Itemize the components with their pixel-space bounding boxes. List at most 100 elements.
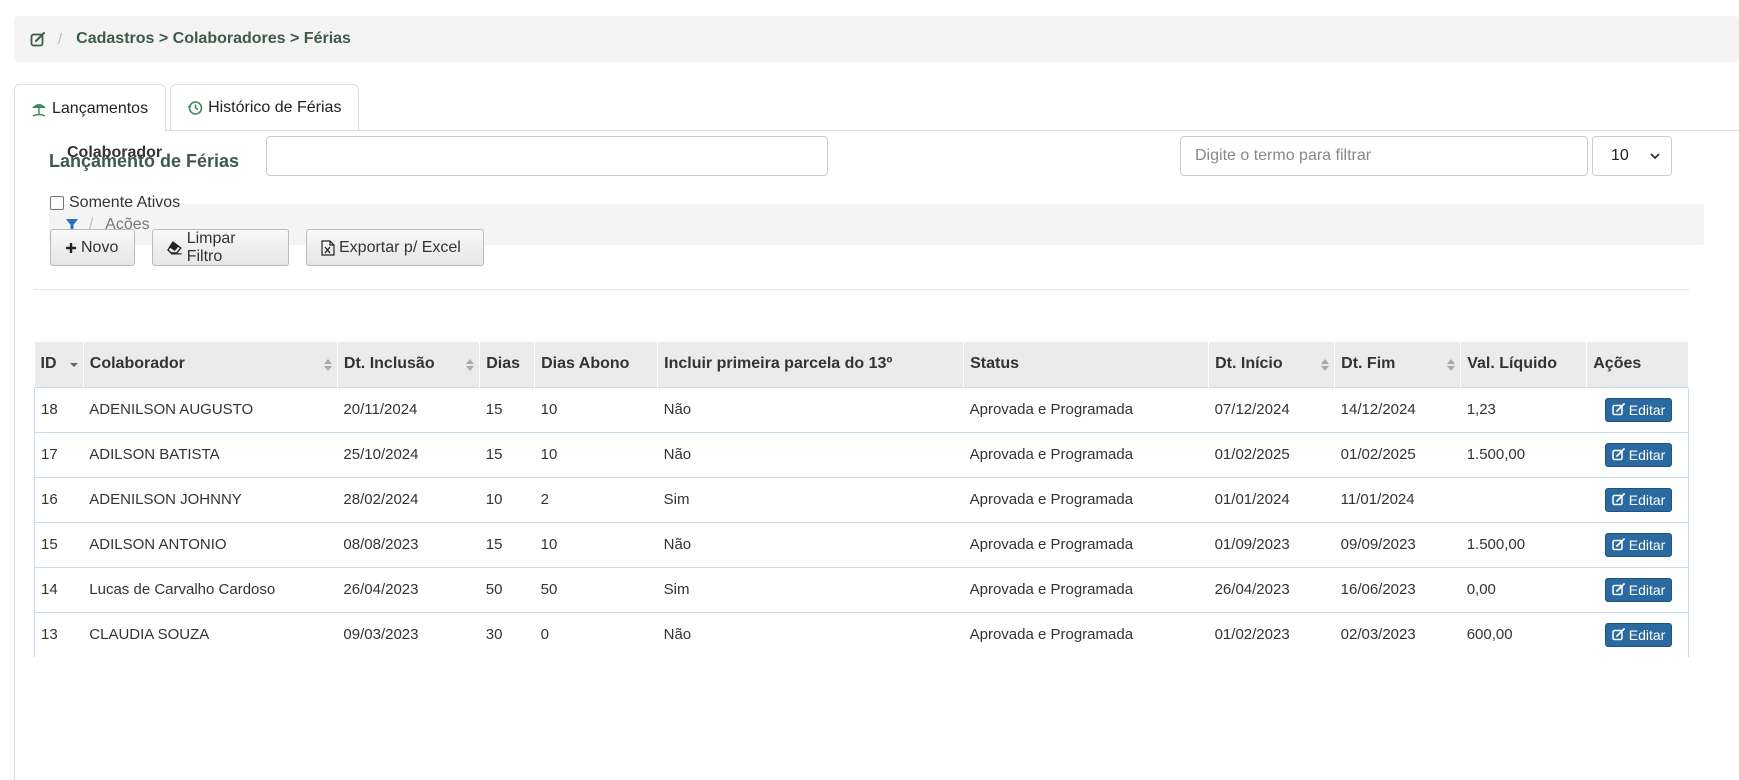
table-row: 13 CLAUDIA SOUZA 09/03/2023 30 0 Não Aprovada … [34,611,1689,657]
divider [34,289,1689,290]
cell-dias: 50 [479,566,535,612]
cell-dt-fim: 11/01/2024 [1334,476,1461,522]
editar-button[interactable]: Editar [1604,397,1673,422]
cell-status: Aprovada e Programada [963,566,1209,612]
cell-13: Não [657,431,964,477]
cell-dias: 15 [479,431,535,477]
chevron-down-icon [1650,153,1660,160]
edit-square-icon [1611,448,1625,461]
table-row: 17 ADILSON BATISTA 25/10/2024 15 10 Não Aprova… [34,431,1689,477]
cell-status: Aprovada e Programada [963,611,1209,657]
cell-dias-abono: 10 [534,431,658,477]
somente-ativos-checkbox-wrap[interactable]: Somente Ativos [50,194,180,212]
cell-dt-inclusao: 25/10/2024 [337,431,480,477]
cell-colaborador: ADILSON ANTONIO [83,521,338,567]
cell-dt-inicio: 01/09/2023 [1208,521,1335,567]
editar-button-label: Editar [1628,401,1666,418]
eraser-icon [167,240,182,254]
table-row: 15 ADILSON ANTONIO 08/08/2023 15 10 Não Aprova… [34,521,1689,567]
editar-button[interactable]: Editar [1604,622,1673,647]
beach-umbrella-icon [32,103,46,117]
cell-id: 13 [34,611,84,657]
somente-ativos-checkbox[interactable] [50,196,64,210]
cell-13: Não [657,386,964,432]
sort-desc-icon [69,363,78,367]
cell-dias-abono: 10 [534,386,658,432]
col-header-acoes: Ações [1586,342,1689,387]
colaborador-input[interactable] [266,136,828,176]
page-size-select[interactable]: 10 [1592,136,1672,176]
cell-acoes: Editar [1586,476,1689,522]
cell-colaborador: ADILSON BATISTA [83,431,338,477]
editar-button-label: Editar [1628,491,1666,508]
cell-dt-inclusao: 08/08/2023 [337,521,480,567]
limpar-filtro-button[interactable]: Limpar Filtro [152,229,289,266]
col-header-13[interactable]: Incluir primeira parcela do 13º [657,342,965,387]
cell-dias-abono: 2 [534,476,658,522]
cell-status: Aprovada e Programada [963,521,1209,567]
cell-dt-inclusao: 28/02/2024 [337,476,480,522]
cell-val-liquido: 1,23 [1460,386,1587,432]
tab-lancamentos[interactable]: Lançamentos [14,84,167,132]
excel-file-icon [321,239,335,256]
editar-button[interactable]: Editar [1604,487,1673,512]
editar-button-label: Editar [1628,446,1666,463]
col-header-val-liquido[interactable]: Val. Líquido [1460,342,1588,387]
cell-id: 17 [34,431,84,477]
col-header-id[interactable]: ID [34,342,84,387]
col-header-colaborador[interactable]: Colaborador [83,342,338,387]
search-input[interactable] [1180,136,1588,176]
cell-acoes: Editar [1586,611,1689,657]
exportar-excel-label: Exportar p/ Excel [339,238,461,256]
cell-acoes: Editar [1586,566,1689,612]
cell-acoes: Editar [1586,431,1689,477]
col-header-dt-fim[interactable]: Dt. Fim [1334,342,1462,387]
breadcrumb: / Cadastros > Colaboradores > Férias [14,16,1739,62]
cell-colaborador: ADENILSON AUGUSTO [83,386,338,432]
editar-button-label: Editar [1628,536,1666,553]
table-row: 16 ADENILSON JOHNNY 28/02/2024 10 2 Sim Aprova… [34,476,1689,522]
col-header-dt-inicio[interactable]: Dt. Início [1208,342,1336,387]
cell-dt-fim: 16/06/2023 [1334,566,1461,612]
cell-dias: 15 [479,521,535,567]
sort-icon [1447,359,1456,371]
edit-square-icon [1611,538,1625,551]
somente-ativos-label: Somente Ativos [69,194,181,211]
cell-status: Aprovada e Programada [963,476,1209,522]
table-row: 14 Lucas de Carvalho Cardoso 26/04/2023 50 5… [34,566,1689,612]
breadcrumb-path: Cadastros > Colaboradores > Férias [76,30,351,47]
cell-val-liquido: 600,00 [1460,611,1587,657]
cell-dt-fim: 02/03/2023 [1334,611,1461,657]
editar-button[interactable]: Editar [1604,442,1673,467]
edit-square-icon [1611,583,1625,596]
tab-label: Histórico de Férias [208,99,342,116]
cell-colaborador: Lucas de Carvalho Cardoso [83,566,338,612]
editar-button-label: Editar [1628,581,1666,598]
cell-acoes: Editar [1586,521,1689,567]
col-header-dias-abono[interactable]: Dias Abono [534,342,659,387]
sort-icon [466,359,475,371]
cell-dias-abono: 50 [534,566,658,612]
cell-dt-fim: 09/09/2023 [1334,521,1461,567]
col-header-status[interactable]: Status [963,342,1210,387]
edit-square-icon [1611,493,1625,506]
cell-dias: 10 [479,476,535,522]
tab-historico[interactable]: Histórico de Férias [170,84,360,131]
colaborador-label: Colaborador [67,144,163,161]
edit-square-icon[interactable] [30,31,46,47]
col-header-dt-inclusao[interactable]: Dt. Inclusão [337,342,481,387]
cell-id: 16 [34,476,84,522]
exportar-excel-button[interactable]: Exportar p/ Excel [306,229,484,266]
editar-button[interactable]: Editar [1604,577,1673,602]
table-header-row: ID Colaborador Dt. Inclusão Dias Dias Ab… [34,342,1689,387]
filter-bar: / Ações [49,204,1704,245]
col-header-dias[interactable]: Dias [479,342,536,387]
editar-button[interactable]: Editar [1604,532,1673,557]
cell-val-liquido: 0,00 [1460,566,1587,612]
breadcrumb-separator: / [58,30,63,48]
novo-button[interactable]: Novo [50,229,135,266]
cell-status: Aprovada e Programada [963,386,1209,432]
cell-val-liquido [1460,476,1587,522]
tab-bar: Lançamentos Histórico de Férias [14,84,363,132]
cell-colaborador: CLAUDIA SOUZA [83,611,338,657]
